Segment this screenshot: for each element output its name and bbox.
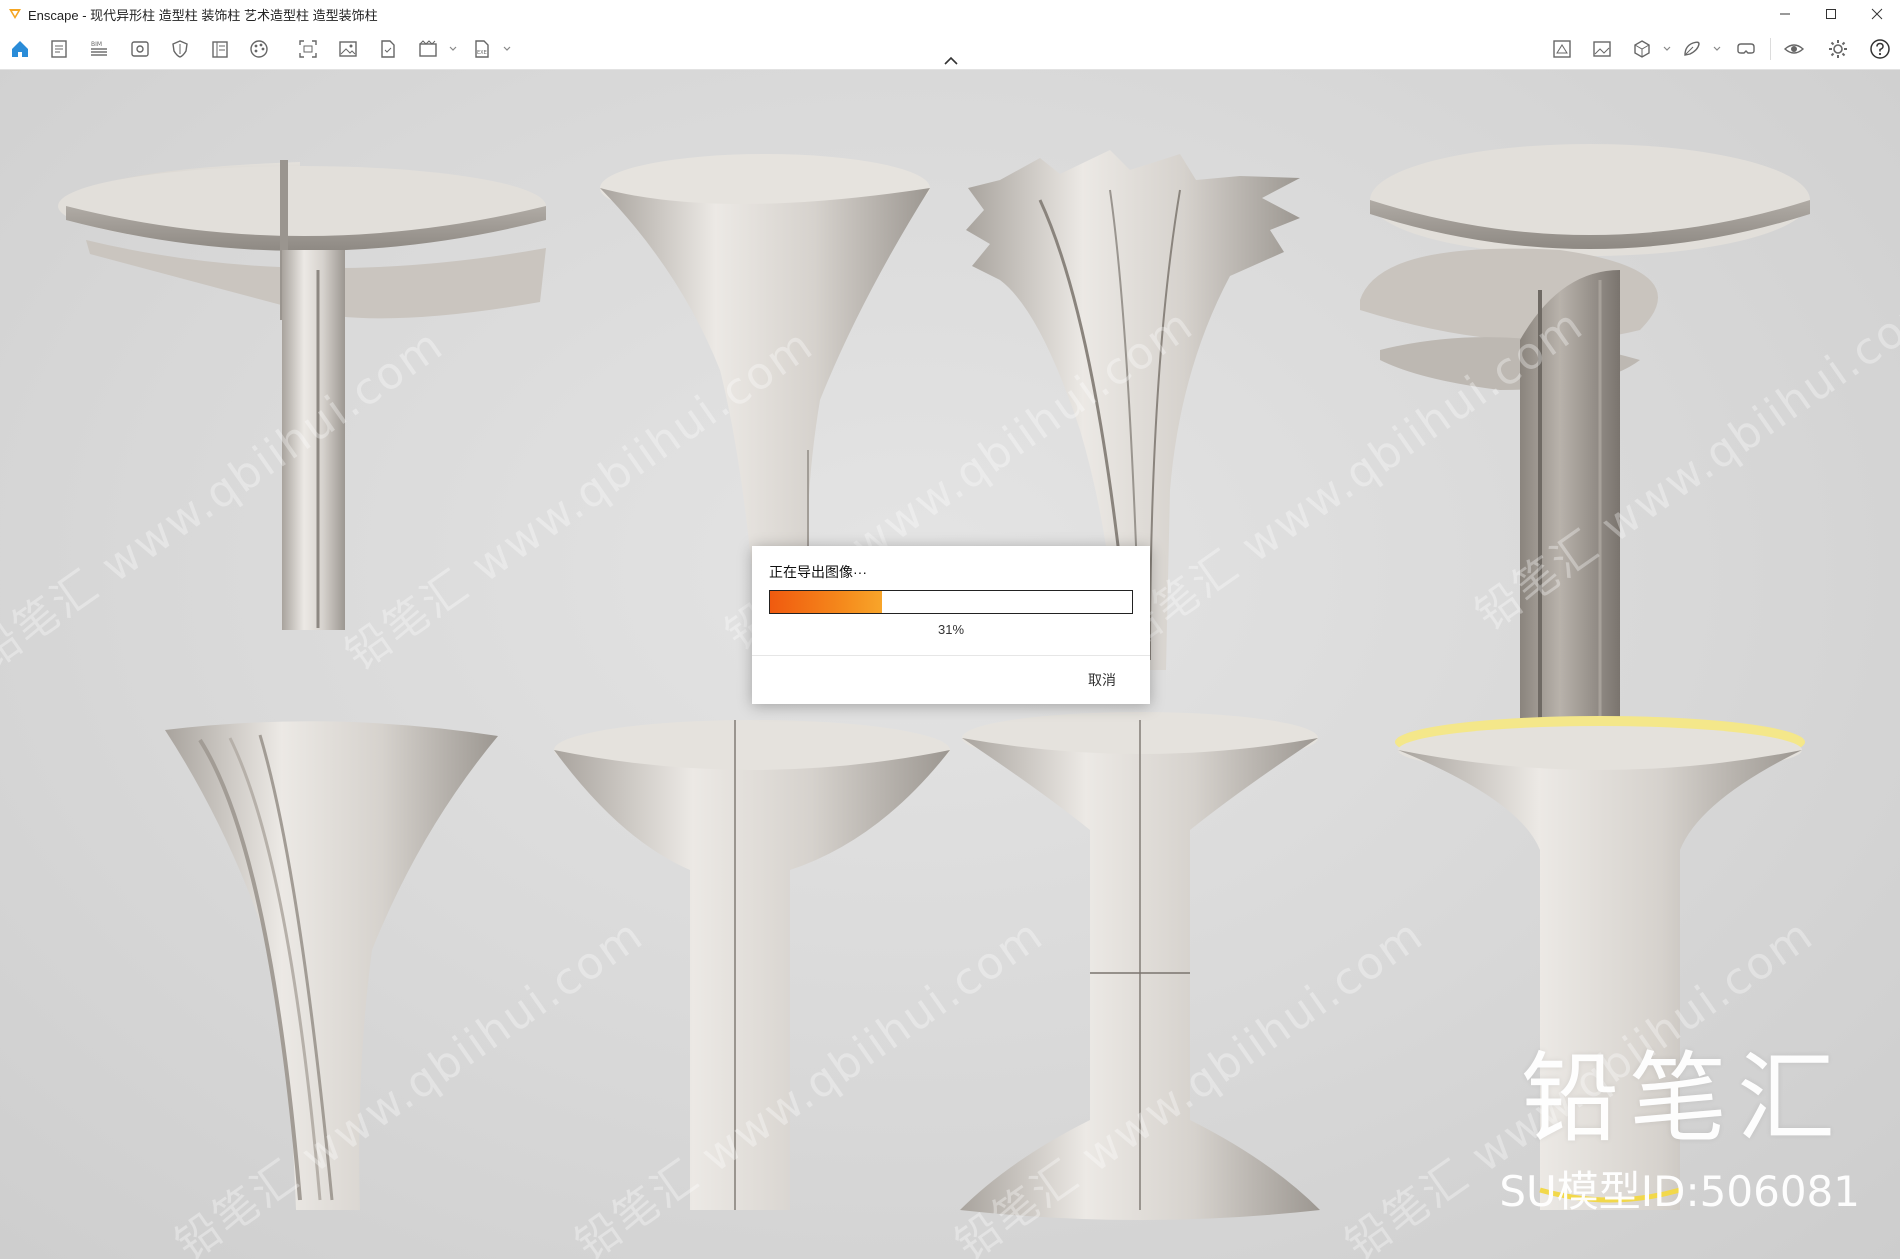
column-model-1	[58, 160, 546, 630]
model-id-watermark: SU模型ID:506081	[1499, 1167, 1860, 1216]
chevron-down-icon[interactable]	[448, 44, 458, 54]
book-icon[interactable]	[208, 37, 232, 61]
image-icon[interactable]	[336, 37, 360, 61]
window-title: Enscape - 现代异形柱 造型柱 装饰柱 艺术造型柱 造型装饰柱	[28, 7, 378, 23]
bim-icon[interactable]: BIM	[87, 37, 111, 61]
cancel-button[interactable]: 取消	[1088, 670, 1116, 690]
svg-text:BIM: BIM	[91, 41, 102, 48]
export-status-message: 正在导出图像···	[769, 564, 867, 580]
dialog-divider	[752, 655, 1150, 656]
notes-icon[interactable]	[47, 37, 71, 61]
enscape-logo-icon	[9, 9, 21, 19]
eye-icon[interactable]	[1782, 37, 1806, 61]
title-bar: Enscape - 现代异形柱 造型柱 装饰柱 艺术造型柱 造型装饰柱	[0, 0, 1900, 28]
column-model-2	[600, 154, 930, 570]
export-icon[interactable]: EXE	[470, 37, 494, 61]
settings-icon[interactable]	[1826, 37, 1850, 61]
gallery-icon[interactable]	[1590, 37, 1614, 61]
collapse-toolbar-icon[interactable]	[940, 54, 962, 68]
brand-watermark: 铅笔汇	[1520, 1042, 1845, 1156]
export-progress-dialog: 正在导出图像··· 31% 取消	[752, 546, 1150, 704]
chevron-down-icon[interactable]	[502, 44, 512, 54]
chevron-down-icon[interactable]	[1662, 44, 1672, 54]
close-icon[interactable]	[1854, 0, 1900, 28]
palette-icon[interactable]	[247, 37, 271, 61]
column-model-7	[960, 712, 1320, 1220]
view-icon[interactable]	[128, 37, 152, 61]
export-progress-fill	[770, 591, 883, 613]
screenshot-icon[interactable]	[296, 37, 320, 61]
toolbar-separator	[1770, 38, 1771, 60]
export-progress-bar	[769, 590, 1133, 614]
export-progress-label: 31%	[937, 622, 965, 637]
help-icon[interactable]	[1868, 37, 1892, 61]
document-icon[interactable]	[376, 37, 400, 61]
cube-icon[interactable]	[1630, 37, 1654, 61]
asset-library-icon[interactable]	[1550, 37, 1574, 61]
svg-text:EXE: EXE	[477, 50, 487, 56]
maximize-icon[interactable]	[1808, 0, 1854, 28]
column-model-5	[165, 721, 498, 1210]
home-icon[interactable]	[8, 37, 32, 61]
column-model-6	[554, 720, 950, 1210]
column-model-4	[1360, 144, 1810, 740]
chevron-down-icon[interactable]	[1712, 44, 1722, 54]
video-icon[interactable]	[416, 37, 440, 61]
shield-icon[interactable]	[168, 37, 192, 61]
vr-headset-icon[interactable]	[1734, 37, 1758, 61]
material-editor-icon[interactable]	[1680, 37, 1704, 61]
minimize-icon[interactable]	[1762, 0, 1808, 28]
